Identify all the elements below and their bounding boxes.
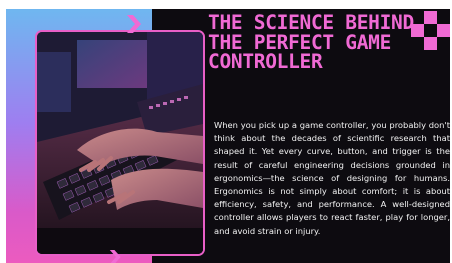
chevron-arrow-icon	[109, 250, 121, 263]
article-card: THE SCIENCE BEHIND THE PERFECT GAME CONT…	[6, 9, 450, 263]
article-body: When you pick up a game controller, you …	[214, 120, 450, 236]
chevron-arrow-icon	[127, 15, 141, 33]
article-title: THE SCIENCE BEHIND THE PERFECT GAME CONT…	[208, 11, 414, 73]
keyboard-photo	[35, 30, 205, 256]
